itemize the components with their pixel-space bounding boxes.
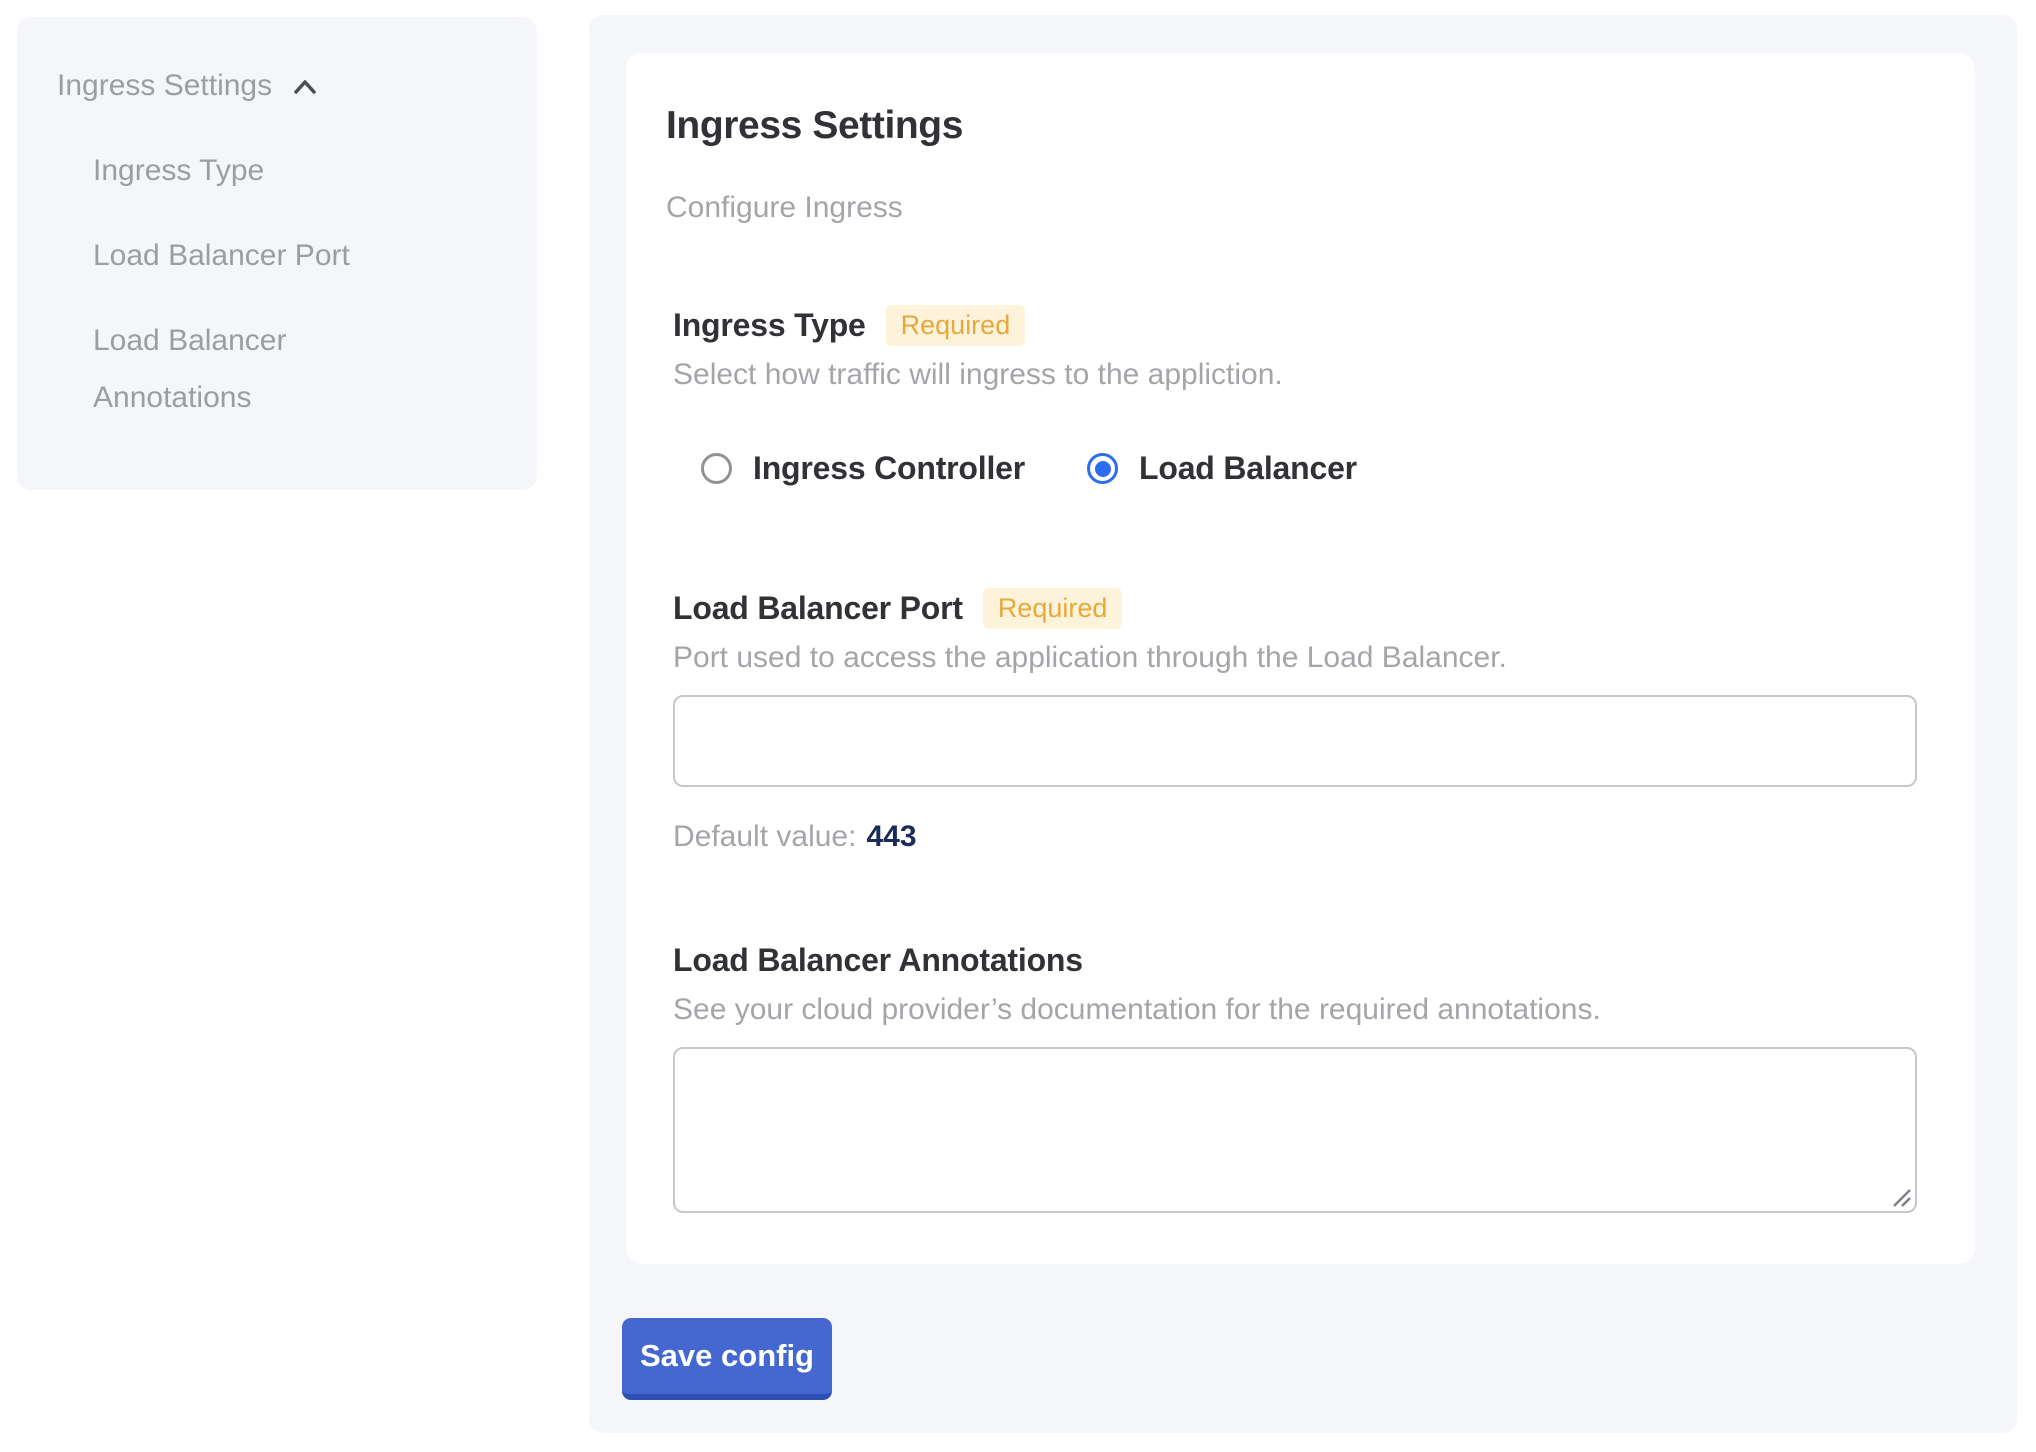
load-balancer-annotations-textarea[interactable] xyxy=(673,1047,1917,1213)
textarea-container xyxy=(673,1047,1917,1213)
config-card: Ingress Settings Configure Ingress Ingre… xyxy=(626,53,1975,1264)
ingress-type-radio-group: Ingress Controller Load Balancer xyxy=(701,450,1917,487)
field-help-text: Port used to access the application thro… xyxy=(673,640,1917,675)
config-nav-sidebar: Ingress Settings Ingress Type Load Balan… xyxy=(17,17,537,490)
sidebar-group-label: Ingress Settings xyxy=(57,57,272,114)
field-load-balancer-port: Load Balancer Port Required Port used to… xyxy=(673,586,1917,854)
radio-label: Ingress Controller xyxy=(753,450,1025,487)
radio-option-load-balancer[interactable]: Load Balancer xyxy=(1087,450,1357,487)
save-config-button[interactable]: Save config xyxy=(622,1318,832,1400)
field-title-row: Load Balancer Port Required xyxy=(673,586,1917,630)
default-value: 443 xyxy=(866,820,916,853)
radio-button[interactable] xyxy=(701,453,732,484)
required-badge: Required xyxy=(886,305,1026,346)
field-ingress-type: Ingress Type Required Select how traffic… xyxy=(673,303,1917,487)
field-title: Load Balancer Annotations xyxy=(673,942,1083,979)
radio-option-ingress-controller[interactable]: Ingress Controller xyxy=(701,450,1025,487)
required-badge: Required xyxy=(983,588,1123,629)
sidebar-group-ingress-settings[interactable]: Ingress Settings xyxy=(57,57,507,114)
load-balancer-port-input[interactable] xyxy=(673,695,1917,787)
field-title: Load Balancer Port xyxy=(673,590,963,627)
field-load-balancer-annotations: Load Balancer Annotations See your cloud… xyxy=(673,938,1917,1213)
field-help-text: See your cloud provider’s documentation … xyxy=(673,992,1917,1027)
radio-button[interactable] xyxy=(1087,453,1118,484)
sidebar-item-ingress-type[interactable]: Ingress Type xyxy=(93,142,423,199)
default-value-label: Default value: xyxy=(673,820,856,853)
field-title: Ingress Type xyxy=(673,307,866,344)
field-title-row: Load Balancer Annotations xyxy=(673,938,1917,982)
sidebar-item-load-balancer-annotations[interactable]: Load Balancer Annotations xyxy=(93,312,423,426)
sidebar-item-load-balancer-port[interactable]: Load Balancer Port xyxy=(93,227,423,284)
page-subtitle: Configure Ingress xyxy=(666,190,1975,225)
config-main-panel: Ingress Settings Configure Ingress Ingre… xyxy=(589,15,2017,1433)
default-value-row: Default value: 443 xyxy=(673,819,1917,854)
radio-label: Load Balancer xyxy=(1139,450,1357,487)
sidebar-item-list: Ingress Type Load Balancer Port Load Bal… xyxy=(93,142,507,426)
textarea-resize-handle[interactable] xyxy=(1890,1186,1912,1208)
page-title: Ingress Settings xyxy=(666,104,1975,148)
field-title-row: Ingress Type Required xyxy=(673,303,1917,347)
chevron-up-icon[interactable] xyxy=(288,71,322,105)
field-help-text: Select how traffic will ingress to the a… xyxy=(673,357,1917,392)
